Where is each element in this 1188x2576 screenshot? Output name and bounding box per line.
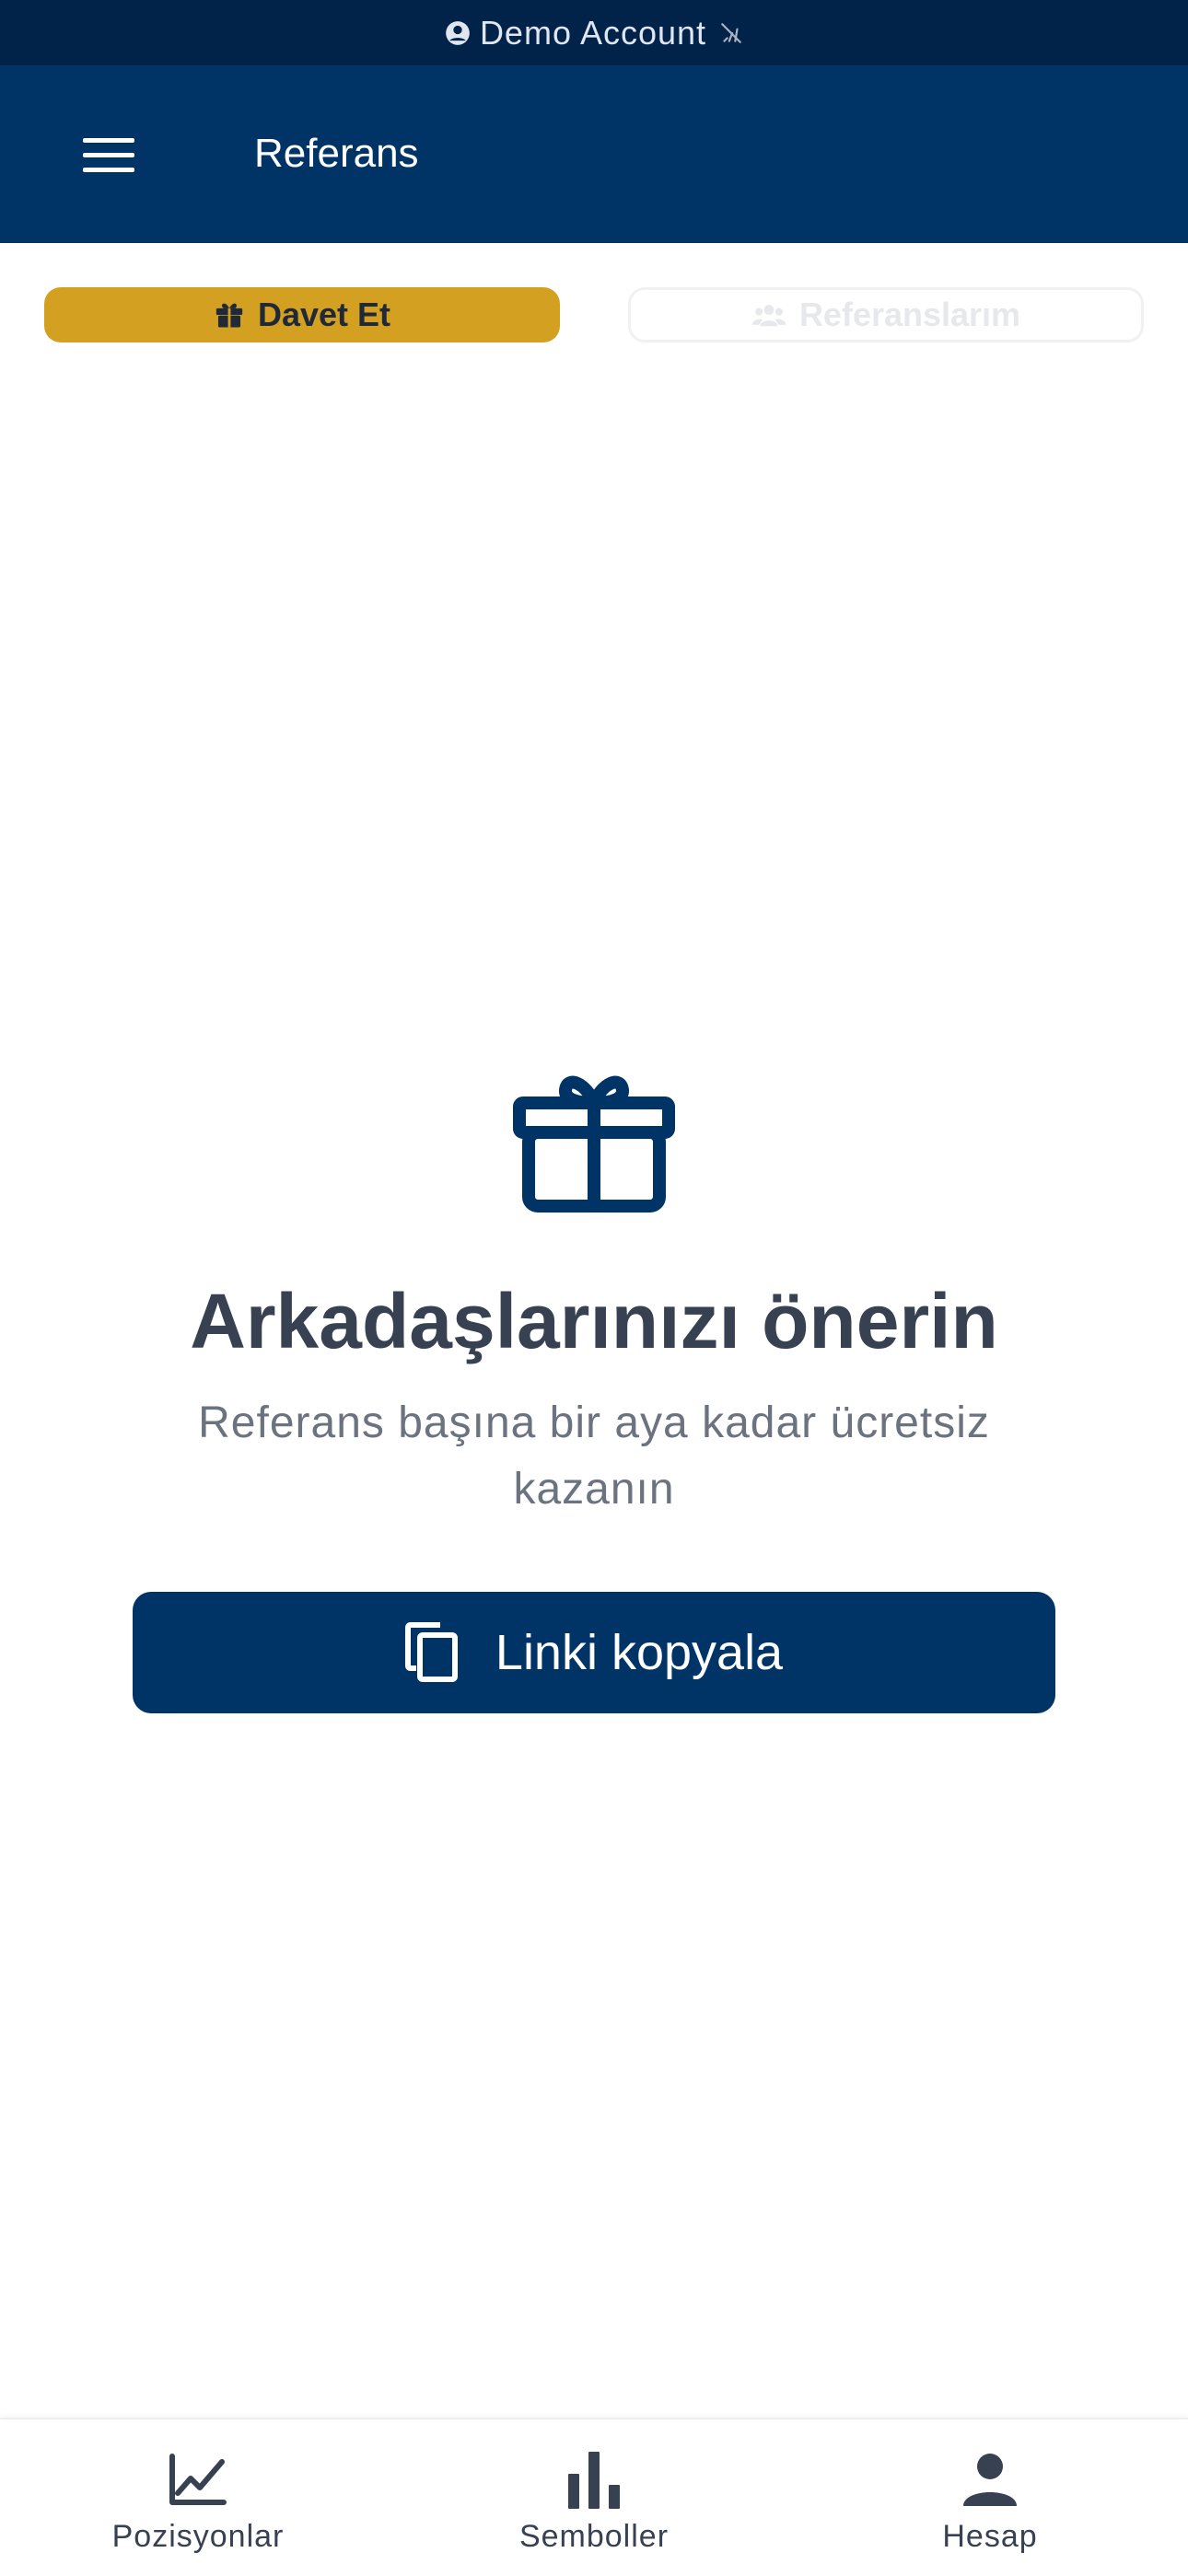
nav-account[interactable]: Hesap [852, 2419, 1128, 2576]
referral-tabs: Davet Et Referanslarım [0, 287, 1188, 342]
nav-account-label: Hesap [942, 2519, 1038, 2554]
hero-subtitle: Referans başına bir aya kadar ücretsiz k… [198, 1398, 990, 1514]
copy-icon [404, 1622, 459, 1683]
gift-icon [513, 1075, 675, 1213]
nav-positions[interactable]: Pozisyonlar [60, 2419, 336, 2576]
app-header: Referans [0, 65, 1188, 243]
tab-invite-label: Davet Et [257, 296, 391, 333]
nav-symbols[interactable]: Semboller [456, 2419, 732, 2576]
bar-chart-icon [566, 2447, 622, 2512]
nav-positions-label: Pozisyonlar [111, 2519, 285, 2554]
tab-my-referrals[interactable]: Referanslarım [628, 287, 1144, 342]
person-icon [963, 2447, 1017, 2512]
line-chart-icon [169, 2447, 227, 2512]
copy-link-label: Linki kopyala [495, 1625, 784, 1680]
users-icon [751, 299, 786, 331]
tab-my-referrals-label: Referanslarım [798, 296, 1021, 333]
signal-off-icon [719, 21, 743, 45]
account-circle-icon [445, 20, 471, 46]
hamburger-icon [83, 138, 134, 172]
gift-icon [214, 299, 245, 331]
menu-button[interactable] [81, 128, 136, 183]
nav-symbols-label: Semboller [518, 2519, 670, 2554]
account-label: Demo Account [479, 13, 707, 52]
page-title: Referans [254, 131, 419, 176]
hero-title: Arkadaşlarınızı önerin [190, 1278, 998, 1364]
copy-link-button[interactable]: Linki kopyala [133, 1592, 1055, 1713]
demo-account-bar: Demo Account [0, 0, 1188, 65]
tab-invite[interactable]: Davet Et [44, 287, 560, 342]
bottom-navigation: Pozisyonlar Semboller Hesap [0, 2418, 1188, 2576]
